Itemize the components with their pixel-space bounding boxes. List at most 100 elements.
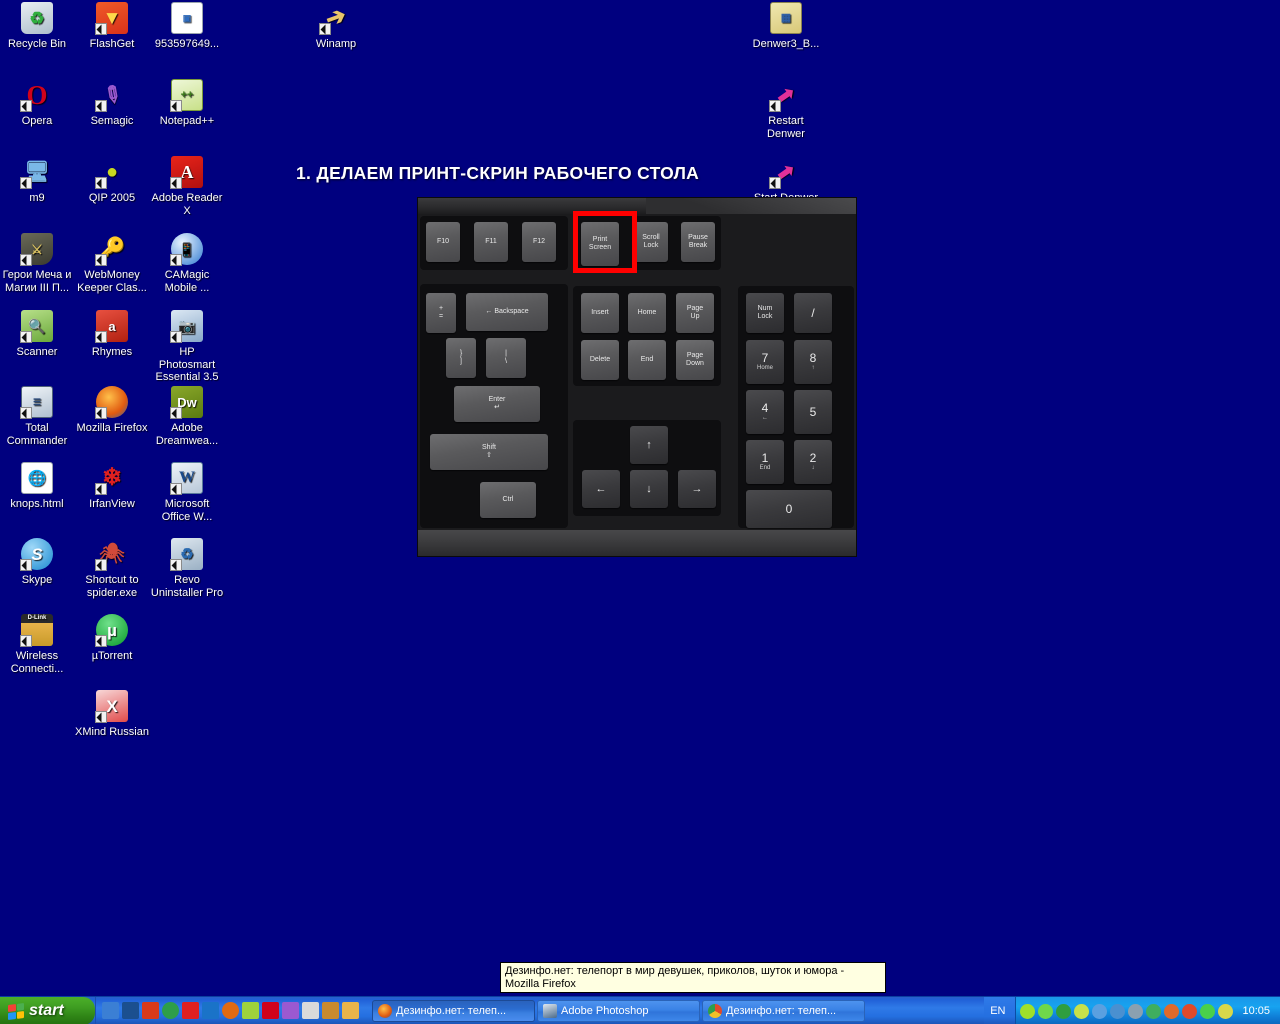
- taskbar-button-label: Дезинфо.нет: телеп...: [726, 1004, 837, 1017]
- desktop-icon-denwer-archive[interactable]: ▦ Denwer3_B...: [749, 2, 823, 51]
- key-end: End: [628, 340, 666, 380]
- quicklaunch-semagic[interactable]: [282, 1002, 299, 1019]
- desktop-icon-heroes3[interactable]: ⚔ Герои Меча и Магии III П...: [0, 233, 74, 294]
- desktop-icon-total-commander[interactable]: ☰ Total Commander: [0, 386, 74, 447]
- tray-antivirus-shield[interactable]: [1074, 1003, 1090, 1019]
- tray-signal-bars[interactable]: [1182, 1003, 1198, 1019]
- desktop-icon-label: m9: [29, 192, 45, 204]
- desktop-icon-label: Recycle Bin: [7, 38, 67, 50]
- desktop-icon-label: XMind Russian: [75, 726, 149, 738]
- desktop-icon-revo-uninstaller[interactable]: ♻ Revo Uninstaller Pro: [150, 538, 224, 599]
- desktop-icon-firefox[interactable]: Mozilla Firefox: [75, 386, 149, 435]
- shortcut-arrow-icon: [20, 254, 32, 266]
- windows-flag-icon: [8, 1002, 24, 1020]
- desktop-icon-xmind[interactable]: X XMind Russian: [75, 690, 149, 739]
- desktop-icon-irfanview[interactable]: ❄ IrfanView: [75, 462, 149, 511]
- quicklaunch-media-player[interactable]: [122, 1002, 139, 1019]
- desktop-icon-network-computer[interactable]: 🖥 m9: [0, 156, 74, 205]
- webmoney-icon: 🔑: [95, 233, 128, 266]
- tray-icon-list[interactable]: [1020, 1003, 1234, 1019]
- tray-network-disconnected[interactable]: [1110, 1003, 1126, 1019]
- desktop-icon-adobe-reader[interactable]: A Adobe Reader X: [150, 156, 224, 217]
- desktop-icon-skype[interactable]: S Skype: [0, 538, 74, 587]
- task-button-list[interactable]: Дезинфо.нет: телеп... Adobe Photoshop Дези…: [369, 997, 984, 1024]
- desktop-icon-scanner[interactable]: 🔍 Scanner: [0, 310, 74, 359]
- desktop-icon-label: QIP 2005: [88, 192, 136, 204]
- quicklaunch-internet-explorer[interactable]: [202, 1002, 219, 1019]
- tray-glasses[interactable]: [1038, 1003, 1054, 1019]
- language-indicator[interactable]: EN: [984, 997, 1016, 1024]
- tray-utorrent[interactable]: [1056, 1003, 1072, 1019]
- quicklaunch-total-commander[interactable]: [302, 1002, 319, 1019]
- quicklaunch-folder[interactable]: [342, 1002, 359, 1019]
- system-tray[interactable]: 10:05: [1015, 997, 1280, 1024]
- key-numpad-1: /: [794, 293, 832, 333]
- tray-messenger[interactable]: [1218, 1003, 1234, 1019]
- desktop-icon-label: Restart Denwer: [767, 115, 805, 140]
- desktop-icon-spider-shortcut[interactable]: 🕷 Shortcut to spider.exe: [75, 538, 149, 599]
- desktop-icon-ms-word[interactable]: W Microsoft Office W...: [150, 462, 224, 523]
- quicklaunch-chrome[interactable]: [162, 1002, 179, 1019]
- desktop-icon-label: Semagic: [90, 115, 134, 127]
- desktop-icon-dreamweaver[interactable]: Dw Adobe Dreamwea...: [150, 386, 224, 447]
- taskbar-button[interactable]: Adobe Photoshop: [537, 999, 700, 1022]
- restart-denwer-icon: ➡: [769, 79, 802, 112]
- quicklaunch-opera[interactable]: [262, 1002, 279, 1019]
- desktop-icon-recycle-bin[interactable]: ♻ Recycle Bin: [0, 2, 74, 51]
- tray-kaspersky[interactable]: [1200, 1003, 1216, 1019]
- tray-volume[interactable]: [1164, 1003, 1180, 1019]
- desktop-icon-utorrent[interactable]: µ µTorrent: [75, 614, 149, 663]
- quicklaunch-irfanview[interactable]: [182, 1002, 199, 1019]
- desktop-icon-label: Opera: [21, 115, 53, 127]
- quicklaunch-notepad-plus-plus[interactable]: [242, 1002, 259, 1019]
- keyboard-photo: F10 F11 F12 Print Screen Scroll Lock Pause Break…: [418, 198, 856, 556]
- key-pagedown: Page Down: [676, 340, 714, 380]
- quicklaunch-paw[interactable]: [322, 1002, 339, 1019]
- start-button[interactable]: start: [0, 997, 95, 1024]
- quick-launch-bar[interactable]: [95, 997, 363, 1024]
- desktop-icon-opera[interactable]: O Opera: [0, 79, 74, 128]
- key-arrow-2: ↓: [630, 470, 668, 508]
- taskbar-button[interactable]: Дезинфо.нет: телеп...: [372, 999, 535, 1022]
- desktop-icon-flashget[interactable]: ▼ FlashGet: [75, 2, 149, 51]
- tray-nvidia[interactable]: [1020, 1003, 1036, 1019]
- photoshop-icon: [543, 1003, 557, 1018]
- desktop-icon-rhymes[interactable]: a Rhymes: [75, 310, 149, 359]
- tray-network[interactable]: [1092, 1003, 1108, 1019]
- taskbar[interactable]: start Дезинфо.нет: телеп... Adobe Photosh…: [0, 996, 1280, 1024]
- quicklaunch-flashget[interactable]: [142, 1002, 159, 1019]
- key-scrolllock: Scroll Lock: [634, 222, 668, 262]
- desktop[interactable]: ♻ Recycle Bin ▼ FlashGet ▣ 953597649... ➔ Winam…: [0, 0, 1280, 1024]
- taskbar-button[interactable]: Дезинфо.нет: телеп...: [702, 999, 865, 1022]
- tray-disc[interactable]: [1128, 1003, 1144, 1019]
- key-numpad-3: 8 ↑: [794, 340, 832, 384]
- ms-word-icon: W: [170, 462, 203, 495]
- desktop-icon-camagic[interactable]: 📱 CAMagic Mobile ...: [150, 233, 224, 294]
- key-numpad-6: 1 End: [746, 440, 784, 484]
- desktop-icon-semagic[interactable]: ✎ Semagic: [75, 79, 149, 128]
- shortcut-arrow-icon: [95, 177, 107, 189]
- shortcut-arrow-icon: [769, 100, 781, 112]
- desktop-icon-hp-photosmart[interactable]: 📷 HP Photosmart Essential 3.5: [150, 310, 224, 384]
- desktop-icon-winamp[interactable]: ➔ Winamp: [299, 2, 373, 51]
- desktop-icon-notepadpp[interactable]: ++ Notepad++: [150, 79, 224, 128]
- shortcut-arrow-icon: [170, 331, 182, 343]
- taskbar-clock[interactable]: 10:05: [1236, 1005, 1274, 1017]
- shortcut-arrow-icon: [170, 559, 182, 571]
- shortcut-arrow-icon: [170, 177, 182, 189]
- quicklaunch-firefox[interactable]: [222, 1002, 239, 1019]
- quicklaunch-show-desktop[interactable]: [102, 1002, 119, 1019]
- desktop-icon-qip[interactable]: ● QIP 2005: [75, 156, 149, 205]
- tray-safely-remove[interactable]: [1146, 1003, 1162, 1019]
- key-delete: Delete: [581, 340, 619, 380]
- desktop-icon-restart-denwer[interactable]: ➡ Restart Denwer: [749, 79, 823, 140]
- desktop-icon-html-file[interactable]: 🌐 knops.html: [0, 462, 74, 511]
- desktop-icon-image-file[interactable]: ▣ 953597649...: [150, 2, 224, 51]
- desktop-icon-webmoney[interactable]: 🔑 WebMoney Keeper Clas...: [75, 233, 149, 294]
- shortcut-arrow-icon: [20, 100, 32, 112]
- desktop-icon-label: Winamp: [315, 38, 357, 50]
- shortcut-arrow-icon: [95, 559, 107, 571]
- total-commander-icon: ☰: [20, 386, 53, 419]
- xmind-icon: X: [95, 690, 128, 723]
- desktop-icon-dlink-wireless[interactable]: D-Link Wireless Connecti...: [0, 614, 74, 675]
